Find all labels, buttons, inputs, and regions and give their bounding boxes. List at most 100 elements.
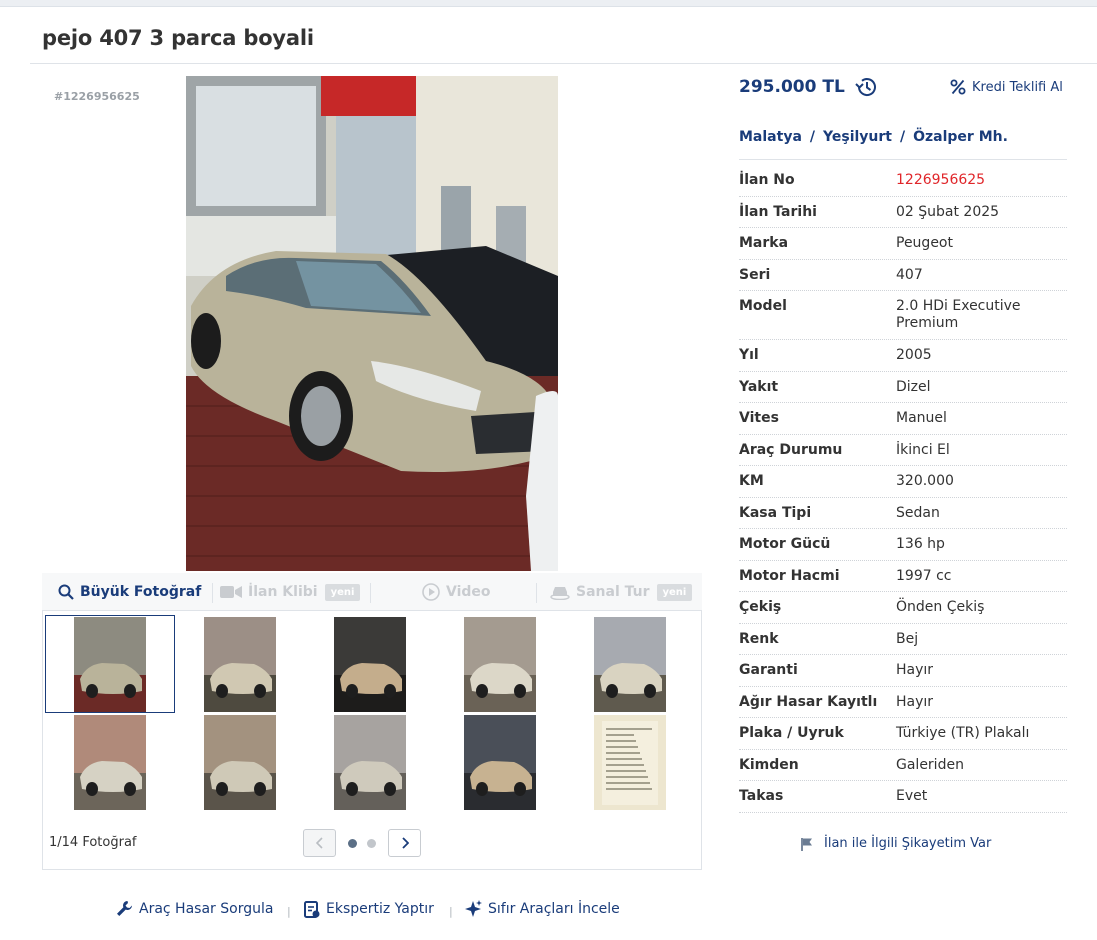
- spec-key: İlan Tarihi: [739, 203, 817, 220]
- photo-thumbnail[interactable]: [594, 715, 666, 810]
- price: 295.000 TL: [739, 77, 877, 97]
- damage-query-link[interactable]: Araç Hasar Sorgula: [116, 900, 273, 917]
- spec-key: Seri: [739, 266, 771, 283]
- spec-key: İlan No: [739, 172, 795, 188]
- spec-row: Kimden Galeriden: [739, 750, 1067, 781]
- spec-row: Vites Manuel: [739, 403, 1067, 435]
- spec-key: Model: [739, 298, 787, 314]
- tab-label: İlan Klibi: [248, 584, 318, 600]
- spec-row: Takas Evet: [739, 781, 1067, 813]
- spec-value: Manuel: [896, 410, 947, 426]
- spec-row: Yakıt Dizel: [739, 372, 1067, 403]
- spec-table: İlan No 1226956625 İlan Tarihi 02 Şubat 202…: [739, 165, 1067, 813]
- divider: [30, 63, 1097, 64]
- photo-thumbnail[interactable]: [204, 715, 276, 810]
- spec-key: Motor Hacmi: [739, 567, 840, 584]
- spec-row: Model 2.0 HDi Executive Premium: [739, 291, 1067, 340]
- separator: |: [449, 905, 453, 918]
- spec-key: Plaka / Uyruk: [739, 725, 844, 741]
- spec-row: Renk Bej: [739, 624, 1067, 655]
- photo-thumbnail[interactable]: [594, 617, 666, 712]
- spec-key: Vites: [739, 410, 779, 426]
- tab-video[interactable]: Video: [422, 573, 491, 611]
- spec-value: Bej: [896, 630, 919, 647]
- tab-virtual-tour[interactable]: Sanal Tur yeni: [550, 573, 693, 611]
- main-photo[interactable]: [186, 76, 558, 571]
- wrench-icon: [116, 900, 133, 917]
- page-dot[interactable]: [367, 839, 376, 848]
- page-dot-active[interactable]: [348, 839, 357, 848]
- spec-key: Motor Gücü: [739, 536, 831, 552]
- location-district[interactable]: Yeşilyurt: [823, 129, 892, 145]
- spec-value: Türkiye (TR) Plakalı: [896, 725, 1030, 741]
- spec-row: Motor Hacmi 1997 cc: [739, 561, 1067, 592]
- spec-value: 1997 cc: [896, 567, 952, 584]
- photo-thumbnail[interactable]: [464, 715, 536, 810]
- page-title: pejo 407 3 parca boyali: [42, 26, 314, 50]
- photo-counter: 1/14 Fotoğraf: [49, 835, 137, 850]
- spec-key: Marka: [739, 235, 789, 251]
- credit-label: Kredi Teklifi Al: [972, 79, 1063, 95]
- separator: |: [287, 905, 291, 918]
- divider: [536, 583, 537, 603]
- clipboard-check-icon: [304, 900, 320, 918]
- tab-large-photo[interactable]: Büyük Fotoğraf: [58, 573, 201, 611]
- photo-thumbnail[interactable]: [334, 617, 406, 712]
- location-breadcrumb: Malatya / Yeşilyurt / Özalper Mh.: [739, 129, 1008, 145]
- spec-value: Evet: [896, 788, 928, 804]
- new-cars-link[interactable]: Sıfır Araçları İncele: [464, 900, 620, 918]
- percent-icon: [950, 79, 966, 95]
- spec-value: Peugeot: [896, 235, 953, 251]
- spec-key: Takas: [739, 788, 784, 804]
- report-label: İlan ile İlgili Şikayetim Var: [824, 836, 992, 851]
- spec-row: Garanti Hayır: [739, 655, 1067, 687]
- spec-row: Yıl 2005: [739, 340, 1067, 372]
- photo-thumbnail[interactable]: [334, 715, 406, 810]
- spec-key: Garanti: [739, 662, 798, 678]
- media-tabs: Büyük Fotoğraf İlan Klibi yeni Video San…: [42, 573, 702, 611]
- spec-value: Dizel: [896, 378, 931, 395]
- photo-thumbnail[interactable]: [204, 617, 276, 712]
- next-photo-button[interactable]: [388, 829, 421, 857]
- divider: [370, 583, 371, 603]
- spec-row: Motor Gücü 136 hp: [739, 529, 1067, 561]
- tab-listing-clip[interactable]: İlan Klibi yeni: [220, 573, 361, 611]
- spec-key: Ağır Hasar Kayıtlı: [739, 693, 878, 710]
- spec-key: Kimden: [739, 756, 799, 773]
- new-badge: yeni: [656, 583, 693, 601]
- sparkle-icon: [464, 900, 482, 918]
- spec-key: Yıl: [739, 347, 759, 363]
- new-badge: yeni: [324, 583, 361, 601]
- search-icon: [58, 584, 74, 600]
- location-neighborhood[interactable]: Özalper Mh.: [913, 129, 1008, 145]
- chevron-right-icon: [401, 834, 409, 853]
- photo-thumbnail[interactable]: [464, 617, 536, 712]
- chevron-left-icon: [315, 834, 324, 853]
- photo-thumbnail[interactable]: [74, 715, 146, 810]
- location-city[interactable]: Malatya: [739, 129, 802, 145]
- spec-value: Önden Çekiş: [896, 599, 985, 615]
- spec-row: Araç Durumu İkinci El: [739, 435, 1067, 466]
- previous-photo-button[interactable]: [303, 829, 336, 857]
- expertise-link[interactable]: Ekspertiz Yaptır: [304, 900, 434, 918]
- video-camera-icon: [220, 585, 242, 599]
- spec-value: Sedan: [896, 504, 940, 521]
- link-label: Araç Hasar Sorgula: [139, 900, 274, 917]
- divider: [212, 583, 213, 603]
- spec-value: 02 Şubat 2025: [896, 203, 1000, 220]
- report-listing-link[interactable]: İlan ile İlgili Şikayetim Var: [800, 836, 991, 851]
- spec-key: Araç Durumu: [739, 441, 843, 458]
- spec-value: Hayır: [896, 693, 934, 710]
- price-history-icon[interactable]: [855, 77, 877, 97]
- spec-row: Ağır Hasar Kayıtlı Hayır: [739, 687, 1067, 718]
- credit-offer-link[interactable]: Kredi Teklifi Al: [950, 79, 1063, 95]
- spec-value: İkinci El: [896, 441, 950, 458]
- spec-row: Kasa Tipi Sedan: [739, 498, 1067, 529]
- spec-value: 136 hp: [896, 536, 945, 552]
- selected-thumbnail-frame: [45, 615, 175, 713]
- car-360-icon: [550, 584, 570, 600]
- spec-value: 1226956625: [896, 172, 986, 188]
- spec-key: Kasa Tipi: [739, 504, 812, 521]
- spec-value: 2.0 HDi Executive Premium: [896, 298, 1021, 331]
- listing-id-tag: #1226956625: [54, 90, 140, 103]
